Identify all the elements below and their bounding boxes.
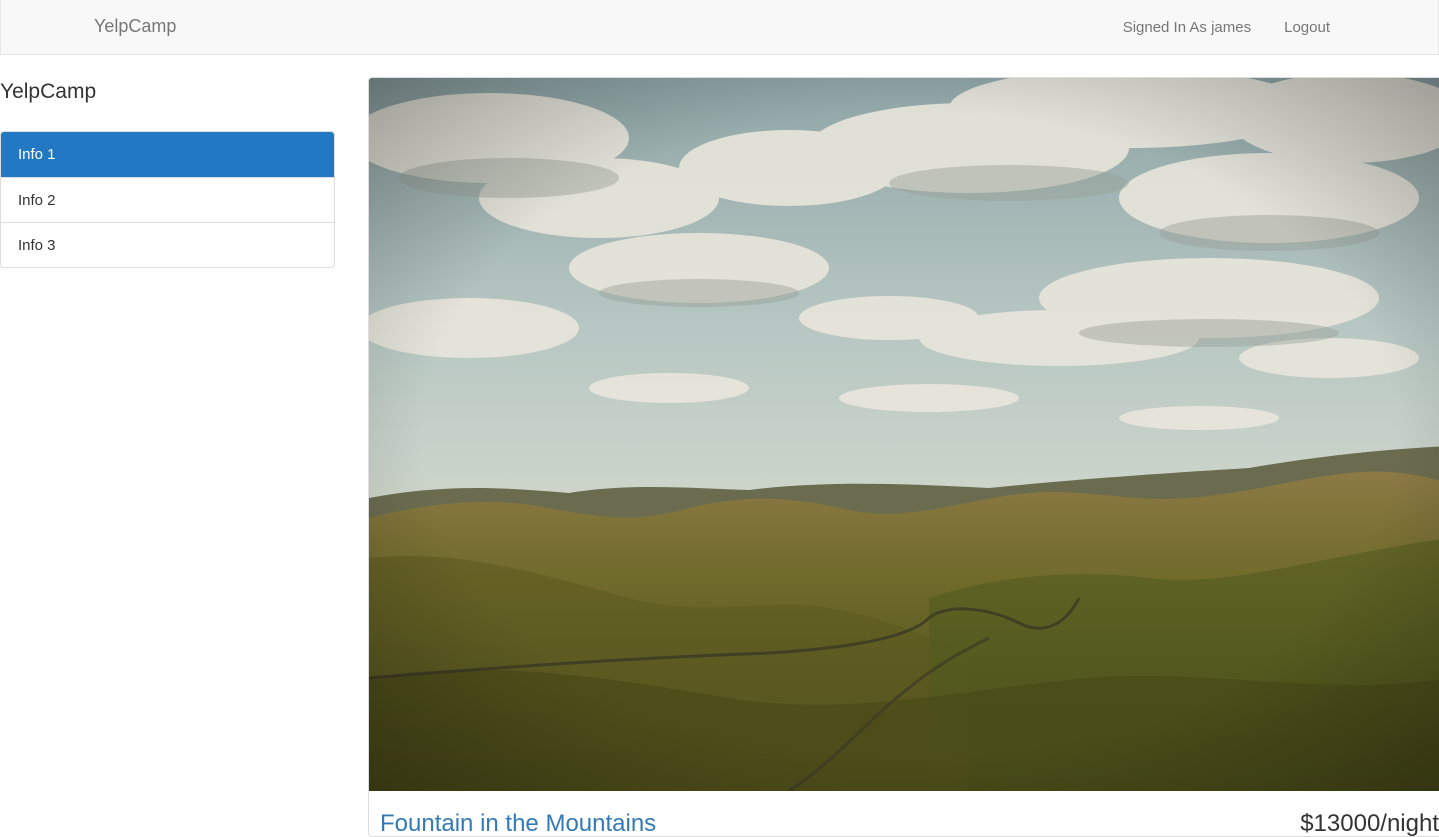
signed-in-link[interactable]: Signed In As james	[1123, 19, 1251, 36]
list-item-info-1[interactable]: Info 1	[1, 132, 334, 177]
campground-thumbnail: Fountain in the Mountains $13000/night	[368, 77, 1439, 837]
top-navbar: YelpCamp Signed In As james Logout	[0, 0, 1439, 55]
info-list-group: Info 1 Info 2 Info 3	[0, 131, 335, 268]
thumbnail-caption: Fountain in the Mountains $13000/night	[369, 791, 1439, 837]
sidebar-title: YelpCamp	[0, 80, 97, 103]
brand-link[interactable]: YelpCamp	[94, 16, 176, 37]
campground-image	[369, 78, 1439, 791]
campground-name-link[interactable]: Fountain in the Mountains	[380, 810, 656, 836]
navbar-right: Signed In As james Logout	[1123, 19, 1330, 36]
campground-price: $13000/night	[1300, 810, 1439, 837]
list-item-info-3[interactable]: Info 3	[1, 222, 334, 267]
list-item-info-2[interactable]: Info 2	[1, 177, 334, 222]
logout-link[interactable]: Logout	[1284, 19, 1330, 36]
